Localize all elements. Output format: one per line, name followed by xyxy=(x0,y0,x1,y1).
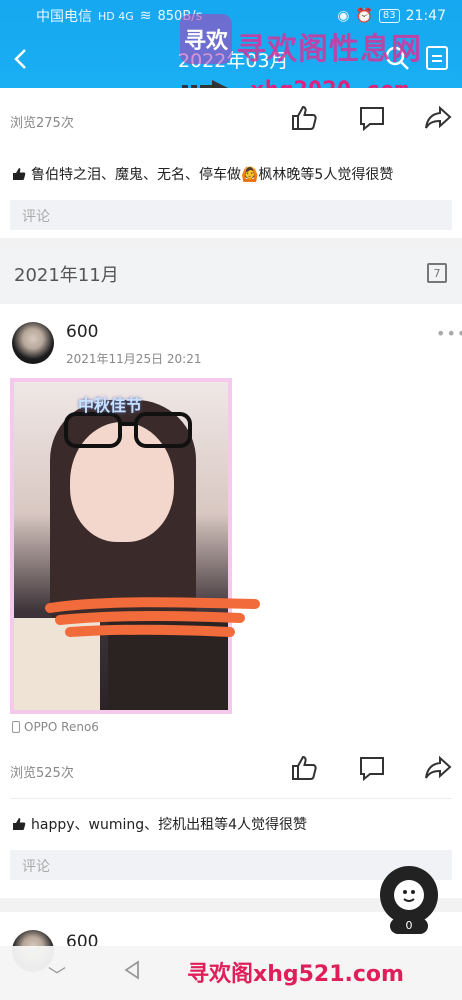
network-type: HD 4G xyxy=(98,9,134,23)
photo-caption: 中秋佳节 xyxy=(78,396,143,415)
comment-icon[interactable] xyxy=(358,104,386,132)
document-icon[interactable] xyxy=(426,46,448,70)
month-section-header: 2021年11月 7 xyxy=(0,248,462,300)
share-icon[interactable] xyxy=(424,104,452,132)
comment-input[interactable]: 评论 xyxy=(10,200,452,230)
view-count: 浏览525次 xyxy=(10,766,74,781)
post-timestamp: 2021年11月25日 20:21 xyxy=(66,352,202,366)
view-count: 浏览275次 xyxy=(10,116,74,131)
post-photo[interactable]: 中秋佳节 xyxy=(10,378,232,714)
device-label: OPPO Reno6 xyxy=(24,720,99,734)
watermark-site-bottom: 寻欢阁xhg521.com xyxy=(187,962,404,987)
thumbs-up-icon xyxy=(13,818,26,830)
post-card: 浏览275次 鲁伯特之泪、魔鬼、无名、停车做🙆枫林晚等5人觉得很赞 评论 xyxy=(0,88,462,238)
share-icon[interactable] xyxy=(424,754,452,782)
eye-icon: ◉ xyxy=(337,8,350,24)
likes-summary: 鲁伯特之泪、魔鬼、无名、停车做🙆枫林晚等5人觉得很赞 xyxy=(12,164,393,184)
watermark-logo: 寻欢 xyxy=(180,14,232,64)
divider xyxy=(10,798,452,799)
smiley-icon xyxy=(394,880,424,910)
carrier-label: 中国电信 xyxy=(36,9,92,25)
month-label: 2021年11月 xyxy=(14,265,119,286)
device-info: OPPO Reno6 xyxy=(12,720,99,734)
glasses-icon xyxy=(64,412,192,448)
fab-badge-count: 0 xyxy=(390,918,428,934)
likes-text: happy、wuming、挖机出租等4人觉得很赞 xyxy=(31,817,308,833)
watermark-site-title: 寻欢阁性息网 xyxy=(236,32,422,67)
back-arrow-icon[interactable] xyxy=(0,34,40,84)
likes-summary: happy、wuming、挖机出租等4人觉得很赞 xyxy=(12,814,307,834)
floating-chat-button[interactable] xyxy=(380,866,438,924)
more-options-icon[interactable]: ••• xyxy=(436,324,462,343)
photo-content: 中秋佳节 xyxy=(14,382,228,710)
avatar[interactable] xyxy=(12,322,54,364)
thumbs-up-icon xyxy=(13,168,26,180)
wifi-icon: ≋ xyxy=(139,8,152,24)
redaction-scribble xyxy=(45,597,260,637)
alarm-icon: ⏰ xyxy=(355,8,373,24)
likes-text: 鲁伯特之泪、魔鬼、无名、停车做🙆枫林晚等5人觉得很赞 xyxy=(31,167,394,183)
phone-icon xyxy=(12,721,20,733)
username[interactable]: 600 xyxy=(66,322,98,342)
calendar-icon[interactable]: 7 xyxy=(427,263,447,283)
comment-icon[interactable] xyxy=(358,754,386,782)
battery-indicator: 83 xyxy=(378,9,400,23)
clock: 21:47 xyxy=(405,8,446,24)
back-triangle-icon[interactable] xyxy=(122,960,142,980)
thumbs-up-icon[interactable] xyxy=(290,754,318,782)
thumbs-up-icon[interactable] xyxy=(290,104,318,132)
chevron-down-icon[interactable]: ﹀ xyxy=(48,962,66,988)
